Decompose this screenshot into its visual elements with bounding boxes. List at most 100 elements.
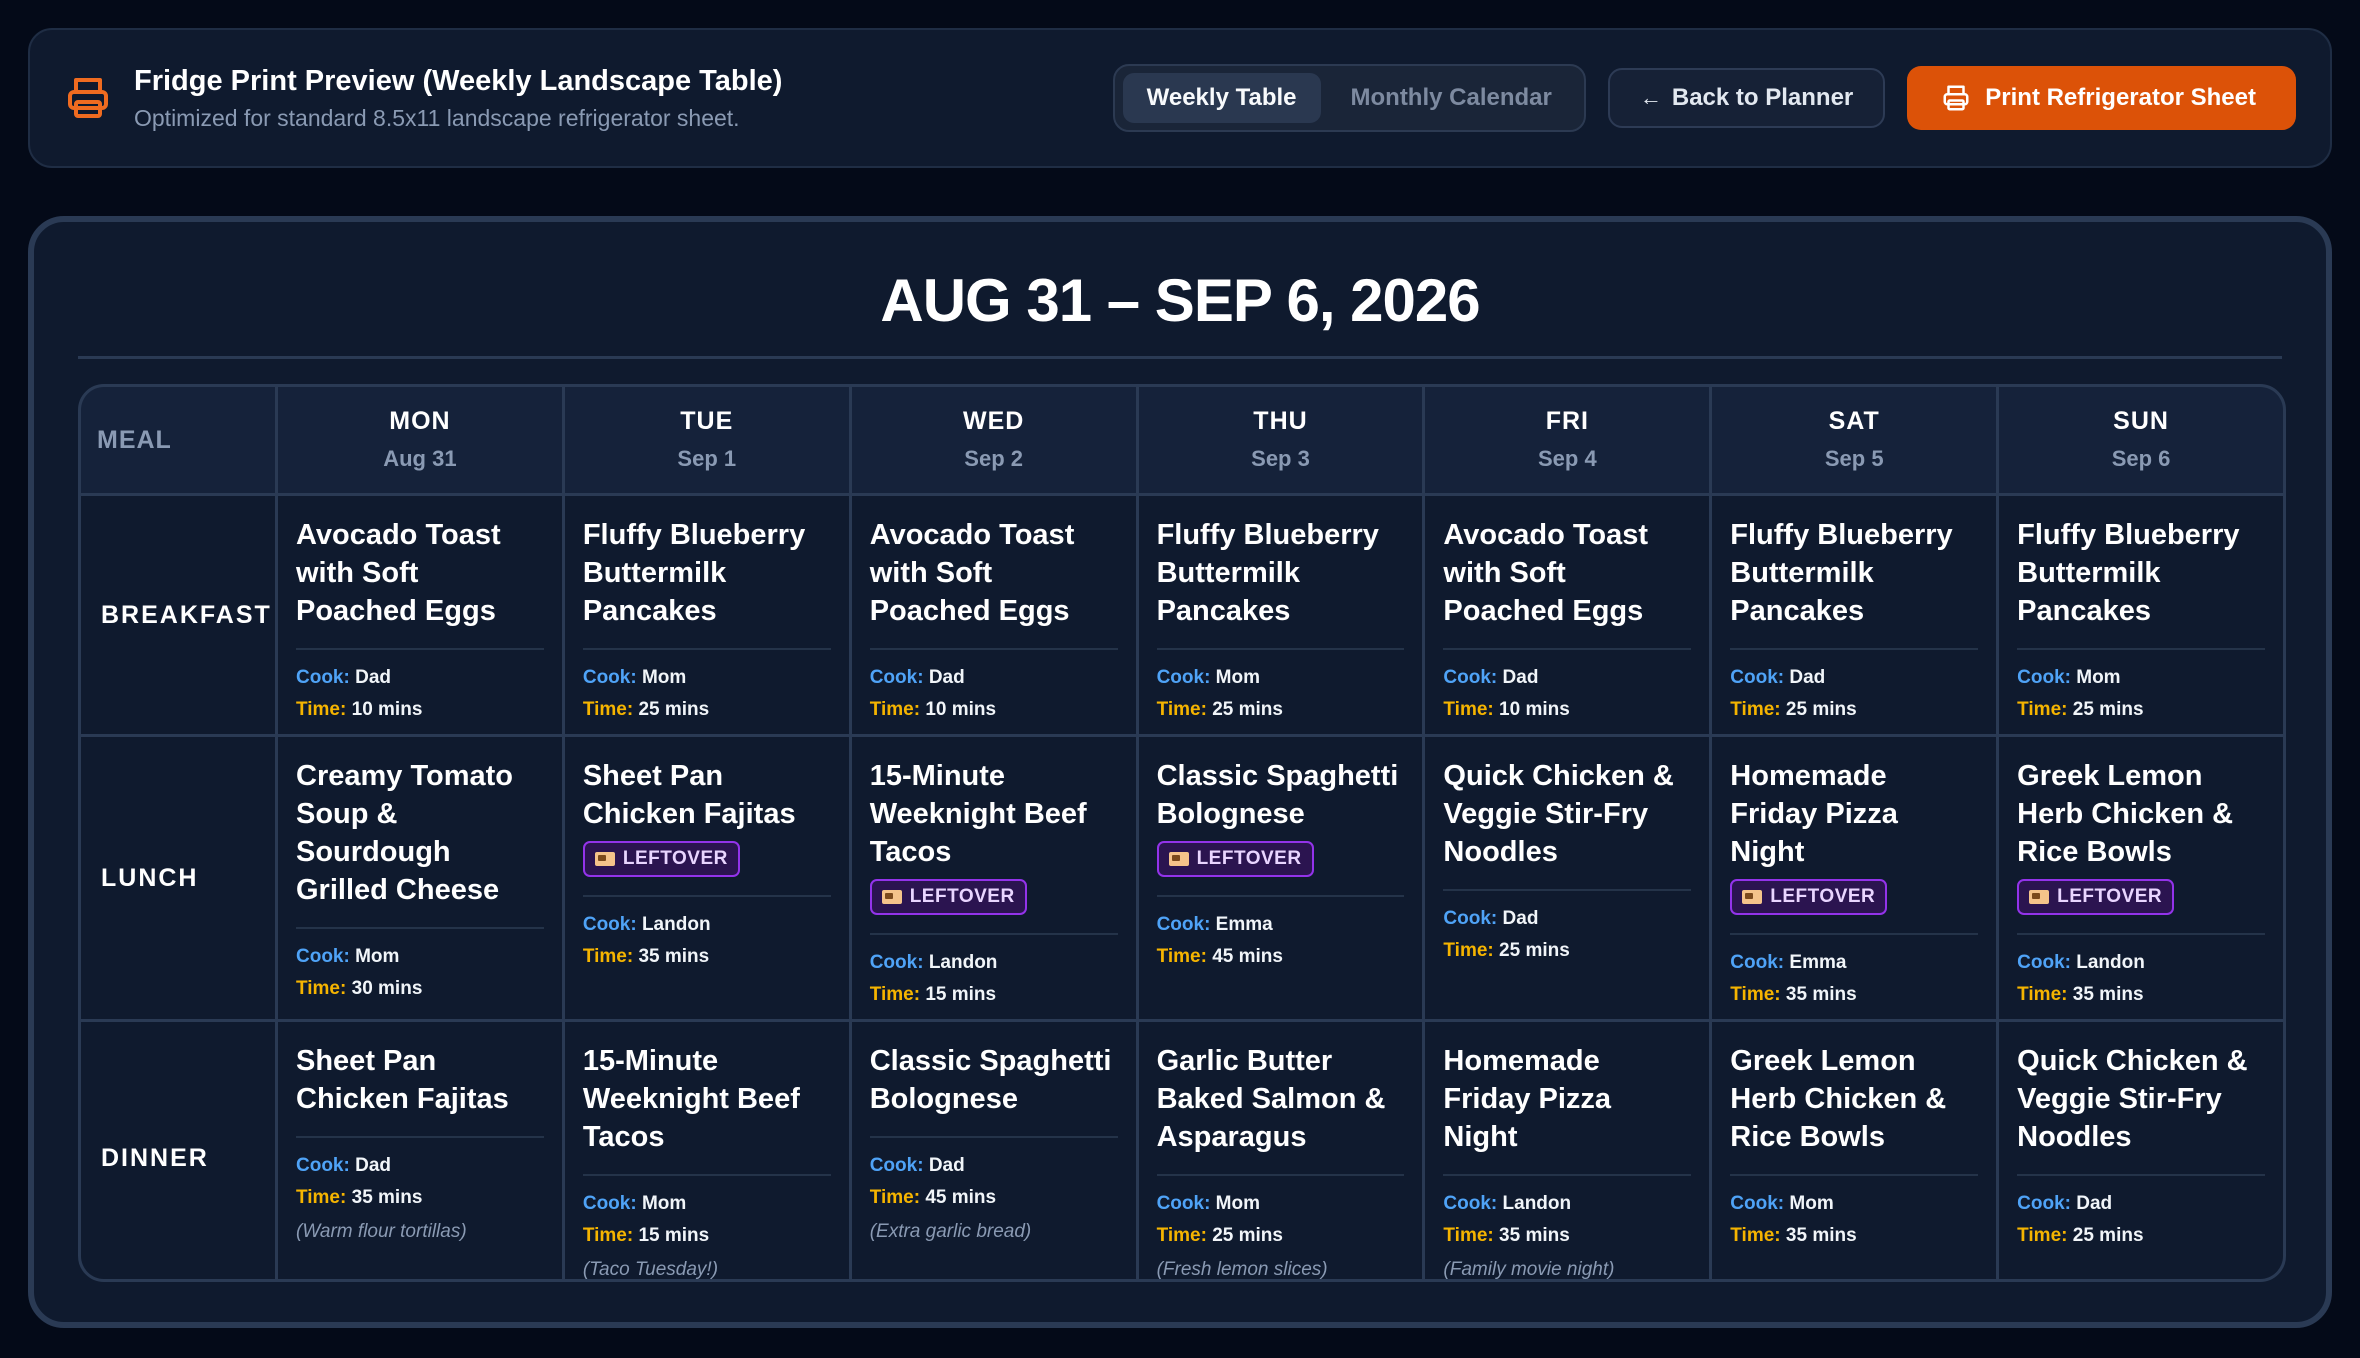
meal-cell[interactable]: Fluffy Blueberry Buttermilk Pancakes Cook… [1999, 496, 2283, 734]
day-header-wed: WED Sep 2 [851, 387, 1136, 493]
leftover-badge: LEFTOVER [869, 879, 1027, 915]
back-to-planner-button[interactable]: ← Back to Planner [1607, 68, 1886, 128]
meal-cell[interactable]: Sheet Pan Chicken Fajitas LEFTOVER Cook: L… [564, 737, 849, 1019]
time-value: 45 mins [925, 1187, 997, 1208]
cook-key: Cook: [2017, 952, 2071, 973]
cook-value: Mom [2076, 667, 2121, 688]
meal-label-dinner: DINNER [81, 1022, 275, 1279]
printer-icon [1943, 85, 1969, 111]
print-sheet-button[interactable]: Print Refrigerator Sheet [1907, 66, 2296, 130]
leftover-badge: LEFTOVER [582, 841, 740, 877]
dish-name: Classic Spaghetti Bolognese [869, 1045, 1112, 1115]
day-header-tue: TUE Sep 1 [564, 387, 849, 493]
time-key: Time: [296, 699, 347, 720]
meal-cell[interactable]: Greek Lemon Herb Chicken & Rice Bowls Coo… [1712, 1022, 1997, 1279]
cook-key: Cook: [582, 667, 637, 688]
time-key: Time: [1730, 1225, 1781, 1246]
meal-note: (Taco Tuesday!) [582, 1259, 719, 1280]
time-line: Time: 25 mins [1157, 1220, 1405, 1252]
time-line: Time: 35 mins [2017, 979, 2265, 1011]
cook-key: Cook: [2017, 667, 2071, 688]
leftover-label: LEFTOVER [1196, 848, 1302, 869]
day-name: TUE [680, 407, 734, 435]
cell-divider [869, 1136, 1118, 1138]
meal-note: (Family movie night) [1443, 1259, 1615, 1280]
cell-divider [296, 1136, 544, 1138]
meal-cell[interactable]: Classic Spaghetti Bolognese Cook: Dad Time… [851, 1022, 1136, 1279]
page-title: Fridge Print Preview (Weekly Landscape T… [134, 65, 783, 98]
meal-cell[interactable]: Avocado Toast with Soft Poached Eggs Cook… [851, 496, 1136, 734]
preview-header: Fridge Print Preview (Weekly Landscape T… [28, 28, 2332, 168]
meal-cell[interactable]: Homemade Friday Pizza Night Cook: Landon T… [1425, 1022, 1710, 1280]
cook-line: Cook: Dad [1443, 662, 1691, 694]
time-value: 35 mins [1785, 1225, 1857, 1246]
cook-line: Cook: Dad [296, 1150, 544, 1182]
weekly-table-toggle[interactable]: Weekly Table [1122, 73, 1321, 123]
cell-divider [869, 648, 1118, 650]
cook-line: Cook: Mom [296, 941, 544, 973]
meal-cell[interactable]: Fluffy Blueberry Buttermilk Pancakes Cook… [1138, 496, 1423, 734]
week-range-title: AUG 31 – SEP 6, 2026 [880, 267, 1480, 334]
meal-cell[interactable]: 15-Minute Weeknight Beef Tacos LEFTOVER Co… [851, 737, 1136, 1019]
meal-cell[interactable]: Fluffy Blueberry Buttermilk Pancakes Cook… [1712, 496, 1997, 734]
time-line: Time: 25 mins [1157, 694, 1405, 726]
cook-value: Dad [2076, 1193, 2113, 1214]
time-key: Time: [1730, 984, 1781, 1005]
time-key: Time: [1443, 940, 1494, 961]
meal-cell[interactable]: Sheet Pan Chicken Fajitas Cook: Dad Time: … [278, 1022, 562, 1279]
dish-name: 15-Minute Weeknight Beef Tacos [869, 760, 1087, 868]
meal-cell[interactable]: Quick Chicken & Veggie Stir-Fry Noodles C… [1999, 1022, 2283, 1279]
meal-cell[interactable]: Quick Chicken & Veggie Stir-Fry Noodles C… [1425, 737, 1710, 1019]
time-line: Time: 45 mins [1157, 941, 1405, 973]
time-line: Time: 35 mins [1443, 1220, 1691, 1252]
time-line: Time: 45 mins [870, 1182, 1118, 1214]
meal-cell[interactable]: Creamy Tomato Soup & Sourdough Grilled C… [278, 737, 562, 1019]
dish-name: Homemade Friday Pizza Night [1443, 1045, 1612, 1153]
cook-key: Cook: [1443, 908, 1498, 929]
dish-name: Garlic Butter Baked Salmon & Asparagus [1156, 1045, 1386, 1153]
cook-value: Mom [641, 667, 687, 688]
back-button-label: Back to Planner [1671, 84, 1854, 111]
cook-key: Cook: [296, 946, 350, 967]
dish-name: Creamy Tomato Soup & Sourdough Grilled C… [296, 760, 514, 906]
time-key: Time: [582, 1225, 634, 1246]
dish-name: Greek Lemon Herb Chicken & Rice Bowls [1730, 1045, 1947, 1153]
time-value: 25 mins [2072, 699, 2144, 720]
cook-line: Cook: Mom [1157, 1188, 1405, 1220]
cook-key: Cook: [1156, 667, 1211, 688]
day-header-sat: SAT Sep 5 [1712, 387, 1997, 493]
cell-divider [582, 648, 831, 650]
day-date: Aug 31 [383, 446, 457, 471]
cook-value: Mom [1215, 667, 1260, 688]
time-line: Time: 25 mins [2017, 694, 2265, 726]
time-key: Time: [1156, 1225, 1207, 1246]
meal-cell[interactable]: Classic Spaghetti Bolognese LEFTOVER Cook:… [1138, 737, 1423, 1019]
time-value: 10 mins [351, 699, 423, 720]
meal-cell[interactable]: Greek Lemon Herb Chicken & Rice Bowls LEF… [1999, 737, 2283, 1019]
leftover-badge: LEFTOVER [1730, 879, 1888, 915]
day-name: FRI [1545, 407, 1589, 435]
dish-name: Fluffy Blueberry Buttermilk Pancakes [1730, 519, 1953, 627]
cell-divider [1156, 648, 1405, 650]
printer-icon [68, 78, 108, 118]
time-value: 25 mins [1785, 699, 1857, 720]
time-value: 10 mins [925, 699, 997, 720]
monthly-calendar-toggle[interactable]: Monthly Calendar [1327, 73, 1576, 123]
cook-value: Mom [355, 946, 400, 967]
time-line: Time: 35 mins [296, 1182, 544, 1214]
cook-line: Cook: Dad [296, 662, 544, 694]
cell-divider [2017, 1174, 2265, 1176]
dish-name: Fluffy Blueberry Buttermilk Pancakes [582, 519, 806, 627]
cook-line: Cook: Mom [583, 1188, 831, 1220]
meal-cell[interactable]: Fluffy Blueberry Buttermilk Pancakes Cook… [564, 496, 849, 734]
meal-cell[interactable]: Garlic Butter Baked Salmon & Asparagus Co… [1138, 1022, 1423, 1279]
cell-divider [869, 933, 1118, 935]
meal-cell[interactable]: Avocado Toast with Soft Poached Eggs Cook… [278, 496, 562, 734]
leftover-label: LEFTOVER [2057, 886, 2163, 907]
meal-cell[interactable]: 15-Minute Weeknight Beef Tacos Cook: Mom T… [564, 1022, 849, 1280]
cook-line: Cook: Dad [1730, 662, 1978, 694]
day-header-fri: FRI Sep 4 [1425, 387, 1710, 493]
meal-cell[interactable]: Homemade Friday Pizza Night LEFTOVER Cook:… [1712, 737, 1997, 1019]
cook-value: Landon [641, 914, 711, 935]
meal-cell[interactable]: Avocado Toast with Soft Poached Eggs Cook… [1425, 496, 1710, 734]
